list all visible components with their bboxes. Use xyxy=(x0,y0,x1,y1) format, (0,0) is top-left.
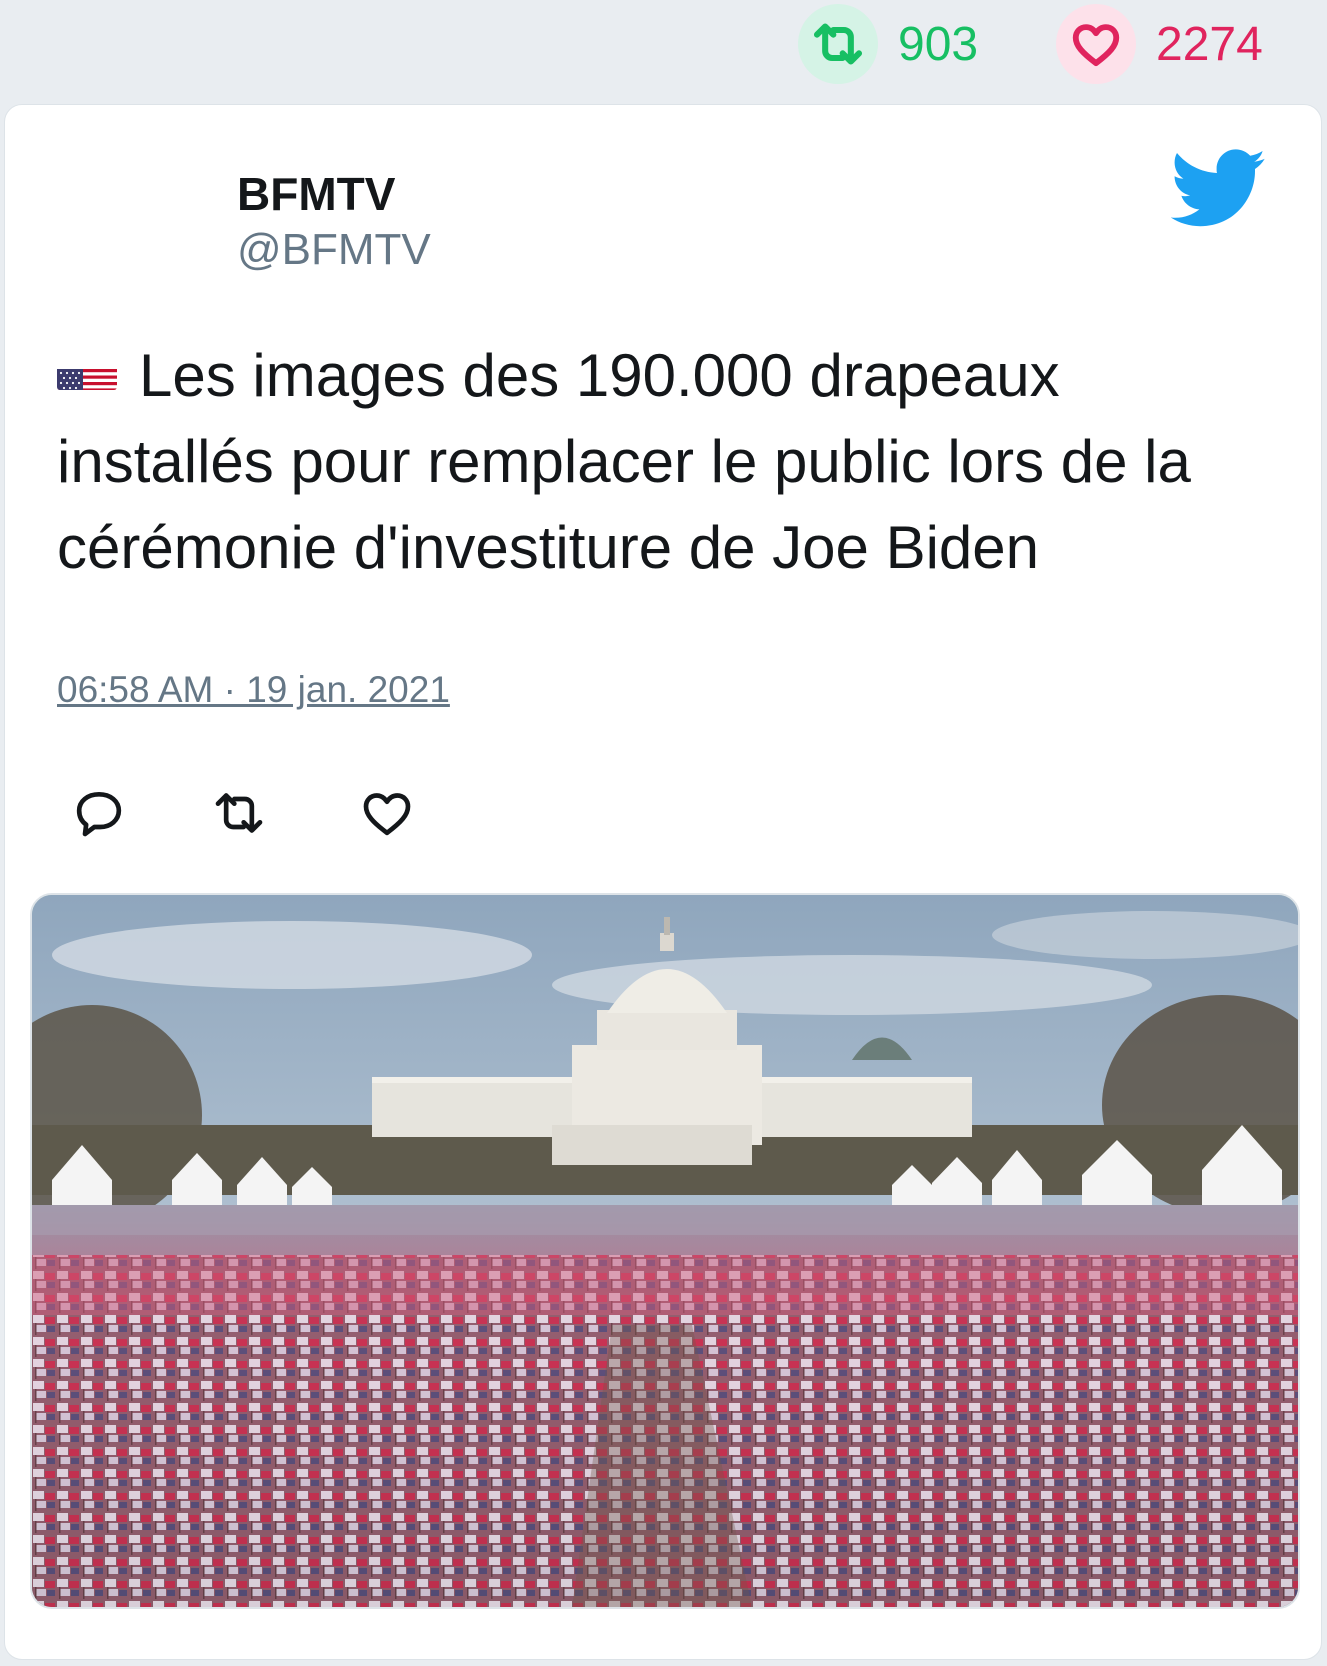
tweet-card: BFMTV @BFMTV Les images des 190.000 drap… xyxy=(4,104,1322,1660)
author-handle[interactable]: @BFMTV xyxy=(237,225,431,275)
tweet-photo[interactable] xyxy=(30,893,1300,1609)
tweet-text: Les images des 190.000 drapeaux installé… xyxy=(57,333,1277,591)
heart-icon xyxy=(1056,4,1136,84)
retweet-icon xyxy=(798,4,878,84)
tweet-timestamp[interactable]: 06:58 AM · 19 jan. 2021 xyxy=(57,669,450,711)
twitter-bird-icon[interactable] xyxy=(1171,149,1267,229)
retweet-action-icon[interactable] xyxy=(211,785,267,841)
like-icon[interactable] xyxy=(359,785,415,841)
like-count: 2274 xyxy=(1156,17,1263,71)
author-name[interactable]: BFMTV xyxy=(237,167,395,221)
reply-icon[interactable] xyxy=(71,785,127,841)
engagement-stats: 903 2274 xyxy=(0,0,1327,100)
retweet-stat[interactable]: 903 xyxy=(798,4,978,84)
like-stat[interactable]: 2274 xyxy=(1056,4,1263,84)
retweet-count: 903 xyxy=(898,17,979,71)
us-flag-emoji xyxy=(57,348,117,390)
tweet-body: Les images des 190.000 drapeaux installé… xyxy=(57,342,1191,581)
